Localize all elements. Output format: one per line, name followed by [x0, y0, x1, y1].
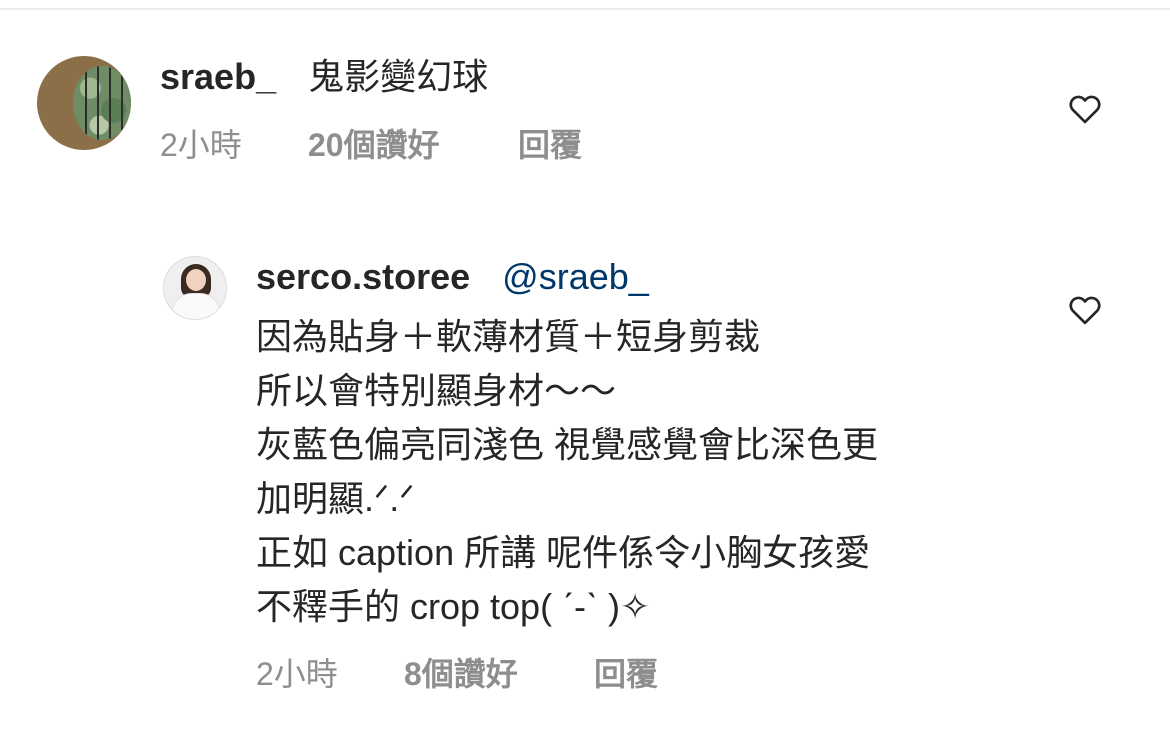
- comment-text: 鬼影變幻球: [308, 56, 489, 97]
- comment-header: sraeb_ 鬼影變幻球: [160, 56, 488, 98]
- comment-likes[interactable]: 20個讚好: [308, 127, 440, 163]
- reply-reply-button[interactable]: 回覆: [594, 656, 658, 692]
- heart-outline-icon: [1069, 95, 1101, 124]
- reply-mention[interactable]: @sraeb_: [502, 256, 649, 297]
- reply-avatar[interactable]: [163, 256, 227, 320]
- reply-likes[interactable]: 8個讚好: [404, 656, 518, 692]
- reply-time: 2小時: [256, 656, 338, 692]
- top-divider: [0, 8, 1170, 10]
- reply-line: 因為貼身＋軟薄材質＋短身剪裁: [256, 316, 761, 357]
- reply-line: 不釋手的 crop top( ˊ-ˋ )✧: [256, 586, 651, 627]
- avatar-window-shape: [73, 66, 131, 140]
- reply-line: 所以會特別顯身材～～: [256, 370, 617, 411]
- comment-reply-button[interactable]: 回覆: [518, 127, 582, 163]
- reply-line: 正如 caption 所講 呢件係令小胸女孩愛: [256, 532, 871, 573]
- reply-line: 灰藍色偏亮同淺色 視覺感覺會比深色更: [256, 424, 879, 465]
- reply-line: 加明顯.ᐟ.ᐟ: [256, 478, 415, 519]
- commenter-username[interactable]: sraeb_: [160, 56, 276, 97]
- reply-header: serco.storee @sraeb_: [256, 256, 649, 298]
- reply-text: 因為貼身＋軟薄材質＋短身剪裁 所以會特別顯身材～～ 灰藍色偏亮同淺色 視覺感覺會…: [256, 310, 878, 634]
- commenter-avatar[interactable]: [37, 56, 131, 150]
- reply-username[interactable]: serco.storee: [256, 256, 470, 297]
- reply-like-button[interactable]: [1067, 292, 1103, 326]
- comment-time: 2小時: [160, 127, 242, 163]
- comment-like-button[interactable]: [1067, 91, 1103, 125]
- heart-outline-icon: [1069, 296, 1101, 325]
